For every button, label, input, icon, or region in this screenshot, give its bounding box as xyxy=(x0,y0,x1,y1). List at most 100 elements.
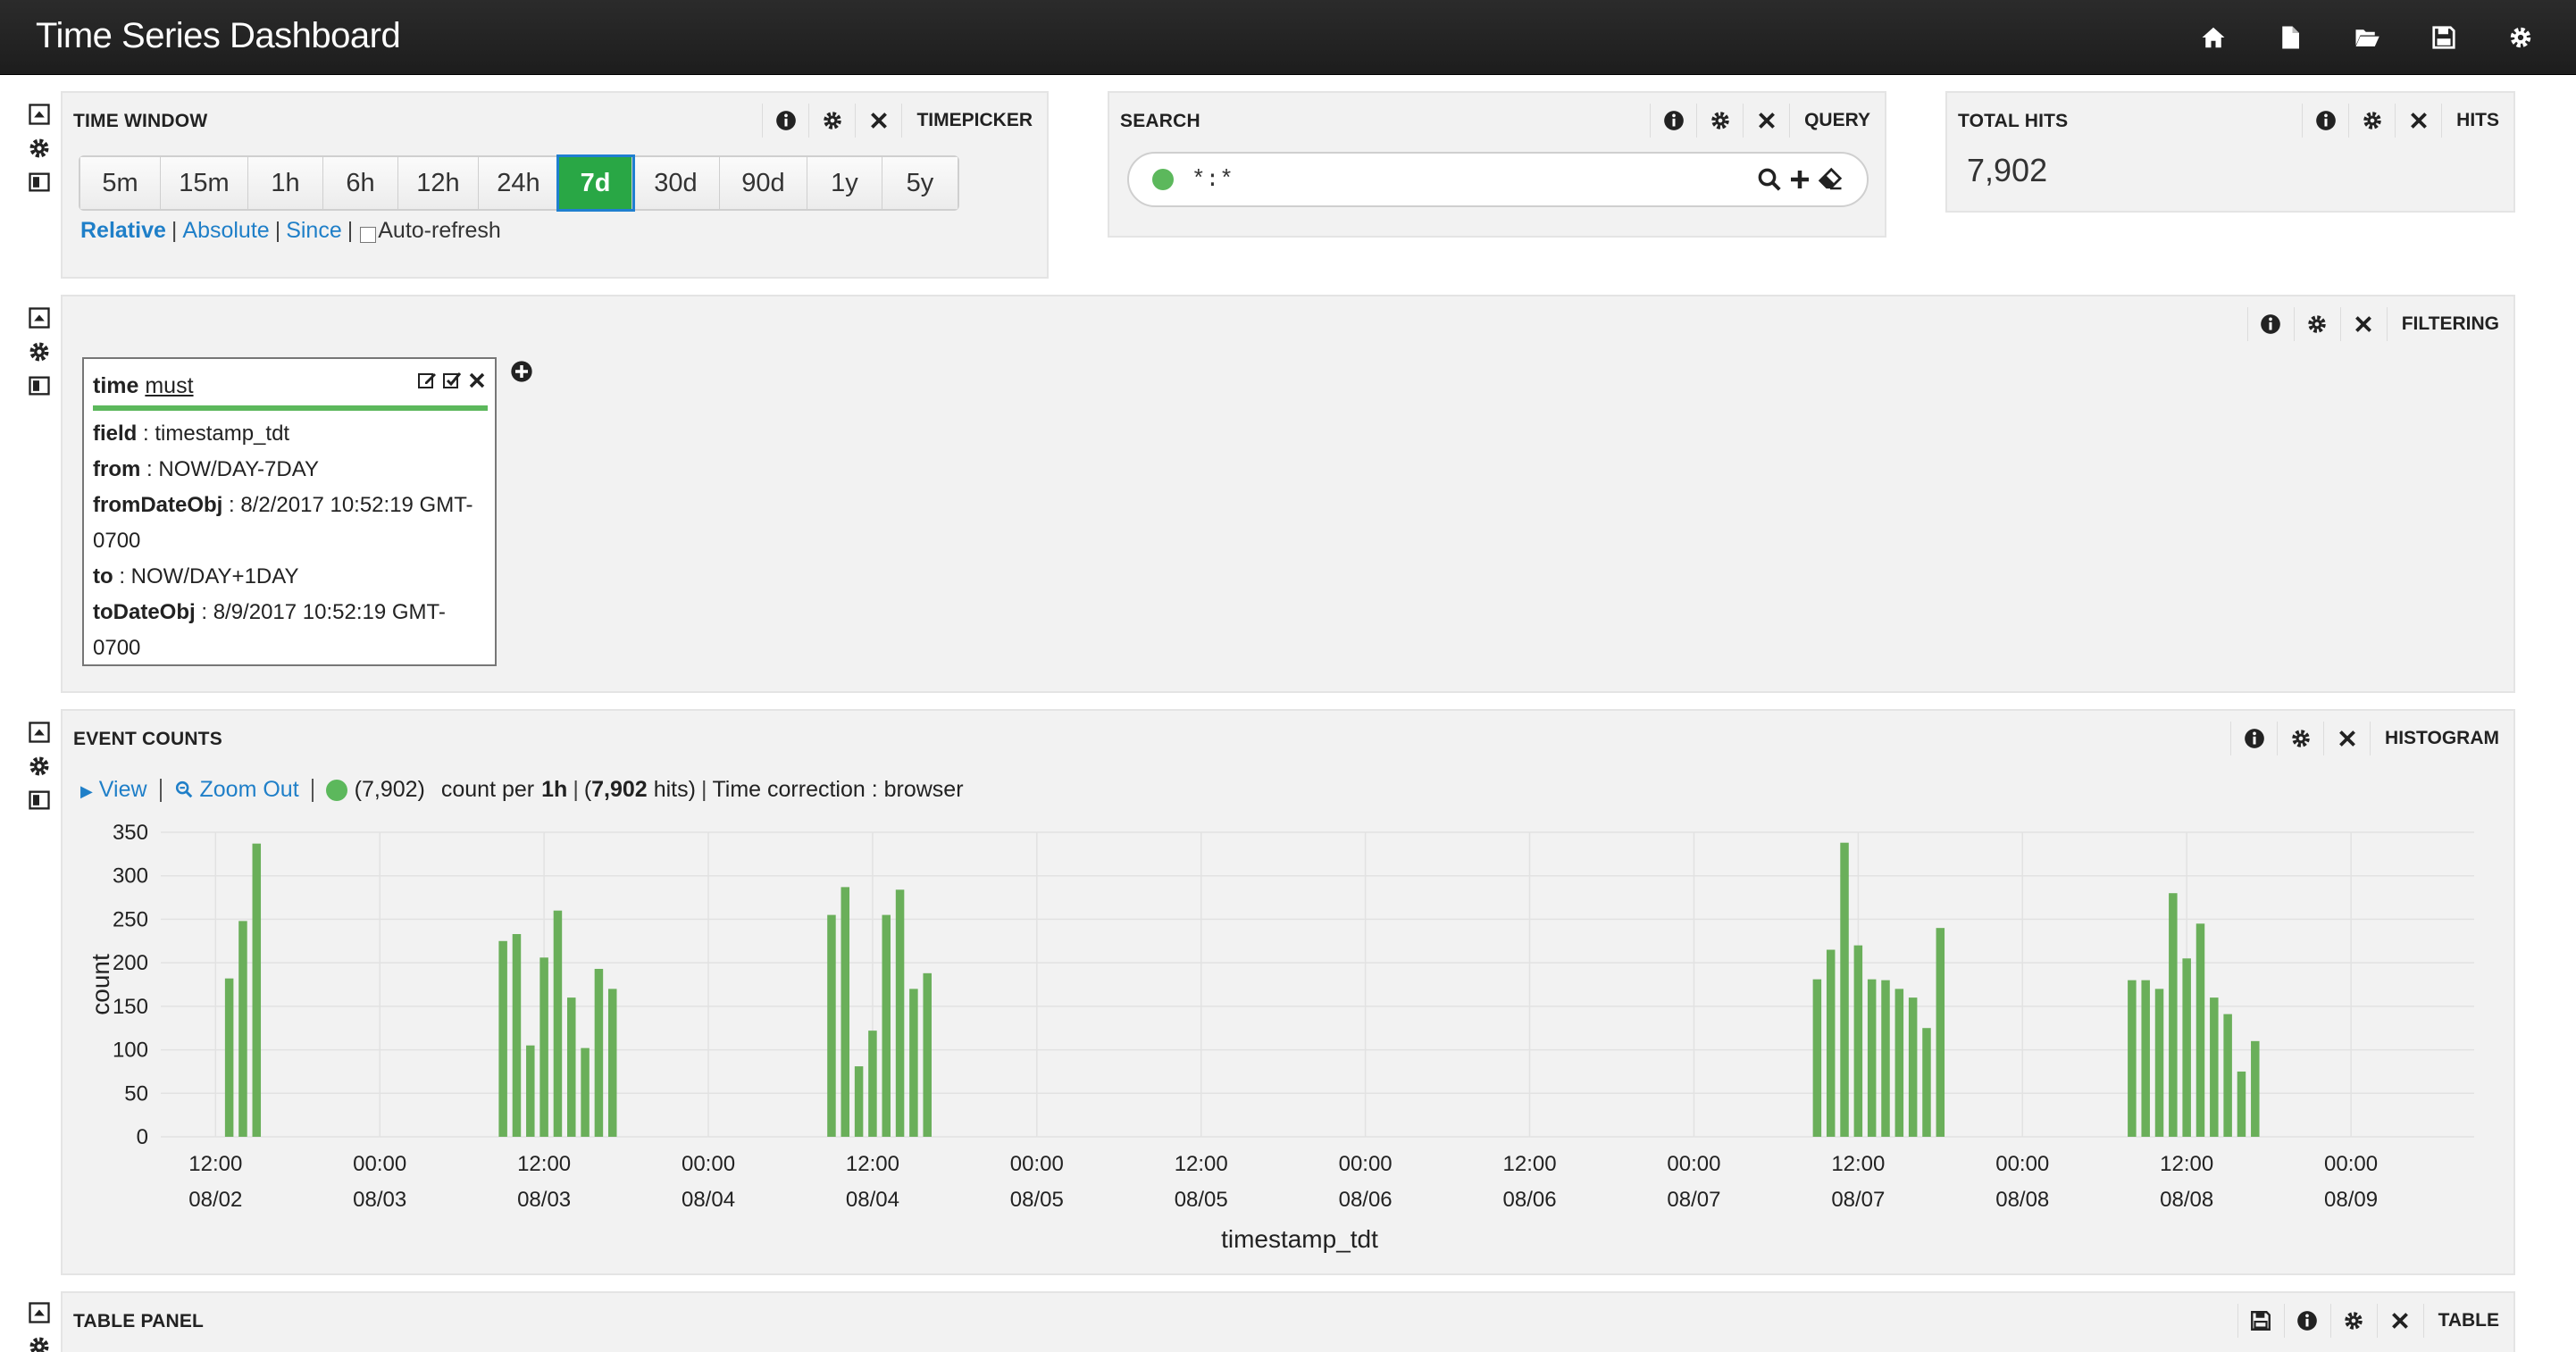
info-icon[interactable] xyxy=(1650,104,1696,138)
x-tick-label: 12:00 xyxy=(2160,1152,2213,1176)
info-icon[interactable] xyxy=(2283,1304,2330,1338)
filter-mode-toggle[interactable]: must xyxy=(145,373,193,398)
histogram-bar xyxy=(594,968,604,1137)
collapse-row-icon[interactable] xyxy=(27,305,52,330)
search-query-input[interactable]: *:* xyxy=(1127,152,1869,207)
x-tick-date-label: 08/04 xyxy=(846,1188,899,1212)
since-link[interactable]: Since xyxy=(286,218,342,244)
gear-icon[interactable] xyxy=(2505,21,2537,54)
relative-link[interactable]: Relative xyxy=(80,218,166,244)
filter-row: field : timestamp_tdt xyxy=(93,421,290,446)
x-tick-date-label: 08/06 xyxy=(1503,1188,1557,1212)
time-btn-1y[interactable]: 1y xyxy=(807,157,882,209)
remove-filter-icon[interactable] xyxy=(466,370,488,391)
panel-type-label: QUERY xyxy=(1789,104,1885,138)
close-icon[interactable] xyxy=(2395,104,2441,138)
histogram-bar xyxy=(553,910,563,1137)
histogram-bar xyxy=(2223,1014,2232,1137)
info-icon[interactable] xyxy=(762,104,808,138)
row-settings-icon[interactable] xyxy=(27,1334,52,1352)
total-hits-value: 7,902 xyxy=(1967,152,2048,188)
info-icon[interactable] xyxy=(2246,307,2294,341)
query-color-dot[interactable] xyxy=(1152,169,1174,190)
search-query-text[interactable]: *:* xyxy=(1192,166,1234,193)
panel-settings-icon[interactable] xyxy=(1696,104,1743,138)
add-panel-icon[interactable] xyxy=(27,788,52,813)
histogram-bar xyxy=(1908,997,1918,1137)
histogram-bar xyxy=(1922,1028,1931,1137)
row-settings-icon[interactable] xyxy=(27,339,52,364)
filter-active-bar xyxy=(93,405,488,411)
time-btn-90d[interactable]: 90d xyxy=(720,157,807,209)
filter-card: time must field : timestamp_tdt from : N… xyxy=(82,357,497,666)
separator: | xyxy=(274,218,281,243)
x-tick-label: 00:00 xyxy=(1339,1152,1393,1176)
collapse-row-icon[interactable] xyxy=(27,1300,52,1325)
file-icon[interactable] xyxy=(2274,21,2306,54)
close-icon[interactable] xyxy=(2376,1304,2423,1338)
row-settings-icon[interactable] xyxy=(27,754,52,779)
collapse-row-icon[interactable] xyxy=(27,102,52,127)
x-tick-date-label: 08/08 xyxy=(2160,1188,2213,1212)
close-icon[interactable] xyxy=(855,104,901,138)
auto-refresh-checkbox[interactable] xyxy=(360,226,377,243)
panel-settings-icon[interactable] xyxy=(808,104,855,138)
x-tick-label: 12:00 xyxy=(1831,1152,1885,1176)
time-btn-30d[interactable]: 30d xyxy=(632,157,720,209)
add-panel-icon[interactable] xyxy=(27,170,52,195)
search-icon[interactable] xyxy=(1756,166,1783,193)
panel-settings-icon[interactable] xyxy=(2329,1304,2377,1338)
x-tick-label: 00:00 xyxy=(2324,1152,2378,1176)
time-mode-links: Relative | Absolute | Since | Auto-refre… xyxy=(80,218,501,244)
time-btn-5y[interactable]: 5y xyxy=(882,157,958,209)
time-btn-12h[interactable]: 12h xyxy=(398,157,479,209)
y-tick-label: 0 xyxy=(137,1125,148,1149)
histogram-bar xyxy=(2182,958,2191,1137)
close-icon[interactable] xyxy=(2339,307,2387,341)
home-icon[interactable] xyxy=(2197,21,2229,54)
filter-details: field : timestamp_tdt from : NOW/DAY-7DA… xyxy=(93,416,491,666)
histogram-bar xyxy=(498,940,507,1137)
absolute-link[interactable]: Absolute xyxy=(182,218,269,244)
x-tick-date-label: 08/07 xyxy=(1831,1188,1885,1212)
edit-filter-icon[interactable] xyxy=(416,370,438,391)
folder-open-icon[interactable] xyxy=(2351,21,2383,54)
eraser-icon[interactable] xyxy=(1817,166,1844,193)
search-panel: SEARCH QUERY *:* xyxy=(1108,91,1886,238)
x-tick-label: 00:00 xyxy=(1667,1152,1720,1176)
time-btn-6h[interactable]: 6h xyxy=(323,157,398,209)
histogram-bar xyxy=(841,887,850,1137)
time-btn-1h[interactable]: 1h xyxy=(248,157,323,209)
info-icon[interactable] xyxy=(2302,104,2348,138)
time-range-buttons: 5m 15m 1h 6h 12h 24h 7d 30d 90d 1y 5y xyxy=(79,154,959,212)
add-panel-icon[interactable] xyxy=(27,373,52,398)
y-axis-label: count xyxy=(87,954,114,1015)
total-hits-panel: TOTAL HITS HITS 7,902 xyxy=(1945,91,2515,213)
time-btn-15m[interactable]: 15m xyxy=(161,157,248,209)
collapse-row-icon[interactable] xyxy=(27,720,52,745)
x-tick-date-label: 08/09 xyxy=(2324,1188,2378,1212)
add-filter-icon[interactable] xyxy=(509,359,534,384)
row-settings-icon[interactable] xyxy=(27,136,52,161)
x-tick-date-label: 08/03 xyxy=(517,1188,571,1212)
histogram-bar xyxy=(224,978,234,1137)
histogram-chart: 0 50 100 150 200 250 300 350 12:00 08/02 00:00 08/0… xyxy=(87,821,2474,1253)
filter-row: from : NOW/DAY-7DAY xyxy=(93,457,319,481)
histogram-bar xyxy=(2237,1071,2246,1137)
close-icon[interactable] xyxy=(1743,104,1789,138)
histogram-bar xyxy=(923,972,932,1137)
panel-settings-icon[interactable] xyxy=(2293,307,2340,341)
row-controls-3 xyxy=(27,720,52,813)
add-query-icon[interactable] xyxy=(1786,166,1813,193)
save-icon[interactable] xyxy=(2428,21,2460,54)
x-tick-date-label: 08/08 xyxy=(1995,1188,2049,1212)
time-btn-5m[interactable]: 5m xyxy=(80,157,161,209)
filter-row: to : NOW/DAY+1DAY xyxy=(93,564,299,588)
save-icon[interactable] xyxy=(2237,1304,2284,1338)
toggle-filter-icon[interactable] xyxy=(441,370,463,391)
time-btn-7d[interactable]: 7d xyxy=(556,154,635,212)
x-tick-date-label: 08/06 xyxy=(1339,1188,1393,1212)
panel-settings-icon[interactable] xyxy=(2348,104,2395,138)
time-btn-24h[interactable]: 24h xyxy=(479,157,559,209)
separator: | xyxy=(171,218,178,243)
